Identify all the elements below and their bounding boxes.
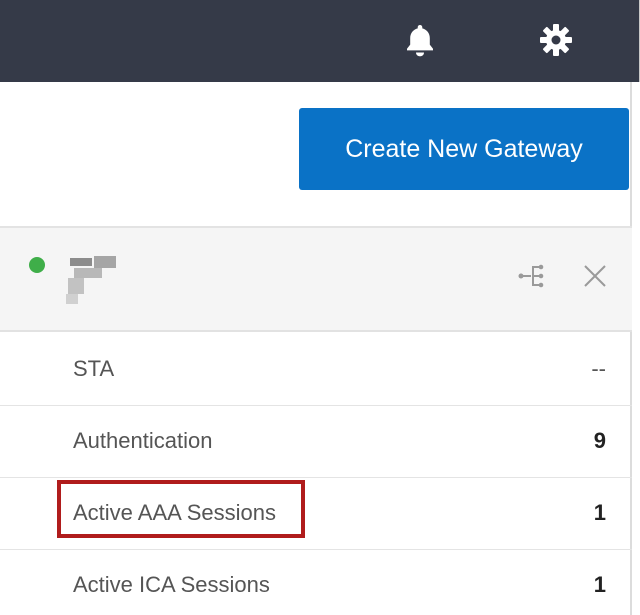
stat-label: STA	[73, 356, 115, 381]
stat-row-sta: STA --	[0, 334, 632, 406]
stat-label: Active ICA Sessions	[73, 572, 270, 597]
highlight-box	[57, 480, 305, 538]
stat-row-active-ica-sessions: Active ICA Sessions 1	[0, 550, 632, 615]
stat-value: 1	[593, 572, 606, 597]
create-new-gateway-button[interactable]: Create New Gateway	[299, 108, 629, 190]
top-navigation-bar	[0, 0, 640, 82]
stat-label: Authentication	[73, 428, 213, 453]
stat-value: 9	[593, 428, 606, 453]
bell-icon[interactable]	[402, 22, 438, 58]
share-icon[interactable]	[514, 258, 550, 294]
status-indicator-icon	[29, 257, 45, 273]
stat-value: --	[591, 356, 606, 381]
close-icon[interactable]	[577, 258, 613, 294]
gateway-header[interactable]	[0, 228, 632, 332]
gear-icon[interactable]	[538, 22, 574, 58]
stat-row-authentication: Authentication 9	[0, 406, 632, 478]
gateway-name-redacted	[64, 256, 120, 306]
stat-value: 1	[593, 500, 606, 525]
